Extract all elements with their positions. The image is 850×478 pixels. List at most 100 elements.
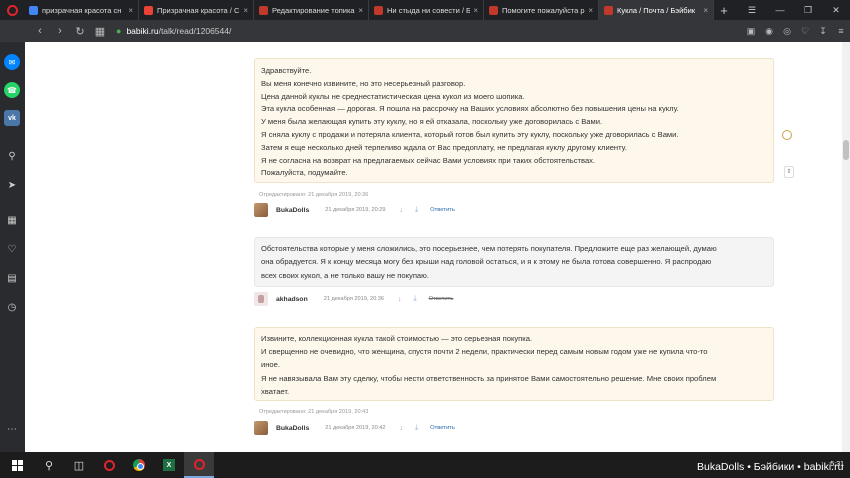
reply-link[interactable]: Ответить	[430, 425, 455, 431]
tab-close-icon[interactable]: ×	[358, 6, 363, 15]
forward-icon[interactable]: ›	[50, 25, 70, 37]
search-icon[interactable]: ⚲	[4, 148, 20, 164]
opera-menu-icon[interactable]	[0, 0, 24, 20]
tab-close-icon[interactable]: ×	[128, 6, 133, 15]
history-icon[interactable]: ◷	[4, 299, 20, 315]
back-icon[interactable]: ‹	[30, 25, 50, 37]
comment-date: 21 декабря 2019, 20:36	[323, 296, 384, 302]
toolbar-right-icons: ▣ ◉ ◎ ♡ ↧ ≡	[742, 20, 850, 42]
browser-tab[interactable]: Кукла / Почта / Бэйбик ×	[599, 0, 714, 20]
tab-close-icon[interactable]: ×	[703, 6, 708, 15]
start-button[interactable]	[0, 452, 34, 478]
messenger-icon[interactable]: ✉	[4, 54, 20, 70]
windows-logo-icon	[11, 459, 23, 471]
tab-close-icon[interactable]: ×	[243, 6, 248, 15]
tab-title: Кукла / Почта / Бэйбик	[617, 5, 696, 15]
reply-link[interactable]: Ответить	[430, 207, 455, 213]
comment-line: Обстоятельства которые у меня сложились,…	[261, 244, 717, 253]
excel-icon: X	[163, 459, 175, 471]
comment-author-row: BukaDolls 21 декабря 2019, 20:42 ↓ ⤓ Отв…	[254, 421, 455, 435]
avatar[interactable]	[254, 421, 268, 435]
comment-line: И сверщенно не очевидно, что женщина, сп…	[261, 347, 708, 357]
avatar[interactable]	[254, 292, 268, 306]
taskbar-opera[interactable]	[94, 452, 124, 478]
opera-icon	[193, 458, 205, 470]
send-icon[interactable]: ➤	[4, 177, 20, 193]
browser-tab[interactable]: Редактирование топика ×	[254, 0, 369, 20]
opera-sidebar: ✉ ☎ vk ⚲ ➤ ▦ ♡ ▤ ◷ ⋯	[0, 42, 25, 452]
close-icon[interactable]: ✕	[822, 0, 850, 20]
comment-body: Обстоятельства которые у меня сложились,…	[254, 237, 774, 287]
window-controls: ☰ — ❐ ✕	[738, 0, 850, 20]
browser-tab[interactable]: Помогите пожалуйста р ×	[484, 0, 599, 20]
reply-link[interactable]: Ответить	[429, 296, 454, 302]
tab-favicon-icon	[604, 5, 613, 15]
edited-note: Отредактировано: 21 декабря 2019, 20:43	[259, 409, 369, 415]
scroll-nav-icon[interactable]: ⇕	[784, 166, 794, 178]
avatar[interactable]	[254, 203, 268, 217]
vote-down-icon[interactable]: ↓	[398, 296, 402, 303]
whatsapp-icon[interactable]: ☎	[4, 82, 20, 98]
more-icon[interactable]: ⋯	[4, 421, 20, 437]
url-domain: babiki.ru	[126, 26, 159, 36]
vpn-icon[interactable]: ◎	[778, 26, 796, 37]
screenshot-icon[interactable]: ▣	[742, 26, 760, 37]
browser-tab[interactable]: Призрачная красота / С ×	[139, 0, 254, 20]
new-tab-button[interactable]: +	[714, 3, 734, 18]
browser-tab[interactable]: Ни стыда ни совести / Б ×	[369, 0, 484, 20]
page-scrollbar[interactable]	[842, 42, 850, 452]
news-icon[interactable]: ▤	[4, 270, 20, 286]
comment-line: Здравствуйте.	[261, 66, 312, 75]
lock-icon: ●	[116, 26, 122, 36]
task-view-icon[interactable]: ◫	[64, 452, 94, 478]
tabs-grid-icon[interactable]: ▦	[90, 25, 110, 38]
screen: призрачная красота сн × Призрачная красота…	[0, 0, 850, 478]
download-arrow-icon[interactable]: ⤓	[415, 424, 418, 432]
opera-icon	[103, 459, 115, 471]
tab-strip: призрачная красота сн × Призрачная красота…	[0, 0, 850, 20]
comment-line: У меня была желающая купить эту куклу, н…	[261, 117, 603, 127]
tab-title: Редактирование топика	[272, 5, 355, 15]
author-name[interactable]: akhadson	[276, 296, 308, 303]
comment-author-row: akhadson 21 декабря 2019, 20:36 ↓ ⤓ Отве…	[254, 292, 453, 306]
search-icon[interactable]: ⚲	[34, 452, 64, 478]
author-name[interactable]: BukaDolls	[276, 207, 309, 214]
download-arrow-icon[interactable]: ⤓	[415, 206, 418, 214]
download-arrow-icon[interactable]: ⤓	[413, 295, 416, 303]
browser-tab[interactable]: призрачная красота сн ×	[24, 0, 139, 20]
download-icon[interactable]: ↧	[814, 26, 832, 37]
camera-icon[interactable]: ◉	[760, 26, 778, 37]
taskbar-chrome[interactable]	[124, 452, 154, 478]
address-bar[interactable]: ● babiki.ru/talk/read/1206544/	[116, 26, 231, 36]
comment-line: Затем я еще несколько дней терпеливо жда…	[261, 142, 627, 152]
bookmarks-heart-icon[interactable]: ♡	[4, 241, 20, 257]
speed-dial-icon[interactable]: ▦	[4, 212, 20, 228]
tab-favicon-icon	[489, 5, 498, 15]
comment-date: 21 декабря 2019, 20:42	[325, 425, 386, 431]
comment-body: Здравствуйте. Вы меня конечно извините, …	[254, 58, 774, 183]
url-text[interactable]: babiki.ru/talk/read/1206544/	[126, 26, 231, 36]
vote-down-icon[interactable]: ↓	[399, 425, 403, 432]
tab-close-icon[interactable]: ×	[473, 6, 478, 15]
page-content: Здравствуйте. Вы меня конечно извините, …	[25, 42, 850, 452]
maximize-icon[interactable]: ❐	[794, 0, 822, 20]
taskbar-excel[interactable]: X	[154, 452, 184, 478]
tab-close-icon[interactable]: ×	[588, 6, 593, 15]
reload-icon[interactable]: ↻	[70, 25, 90, 38]
author-name[interactable]: BukaDolls	[276, 425, 309, 432]
url-path: /talk/read/1206544/	[158, 26, 232, 36]
scrollbar-thumb[interactable]	[843, 140, 849, 160]
comment-line: всех своих кукол, а не только вашу не по…	[261, 270, 429, 280]
edited-note: Отредактировано: 21 декабря 2019, 20:36	[259, 192, 369, 198]
comment-date: 21 декабря 2019, 20:29	[325, 207, 386, 213]
minimize-icon[interactable]: —	[766, 0, 794, 20]
taskbar-opera-active[interactable]	[184, 452, 214, 478]
heart-icon[interactable]: ♡	[796, 26, 814, 37]
vk-icon[interactable]: vk	[4, 110, 20, 126]
search-tabs-icon[interactable]: ☰	[738, 0, 766, 20]
comment-line: Я не навязывала Вам эту сделку, чтобы не…	[261, 373, 717, 383]
timer-icon[interactable]	[782, 130, 792, 140]
vote-down-icon[interactable]: ↓	[399, 207, 403, 214]
comment-line: иное.	[261, 360, 280, 370]
easy-setup-icon[interactable]: ≡	[832, 26, 850, 36]
